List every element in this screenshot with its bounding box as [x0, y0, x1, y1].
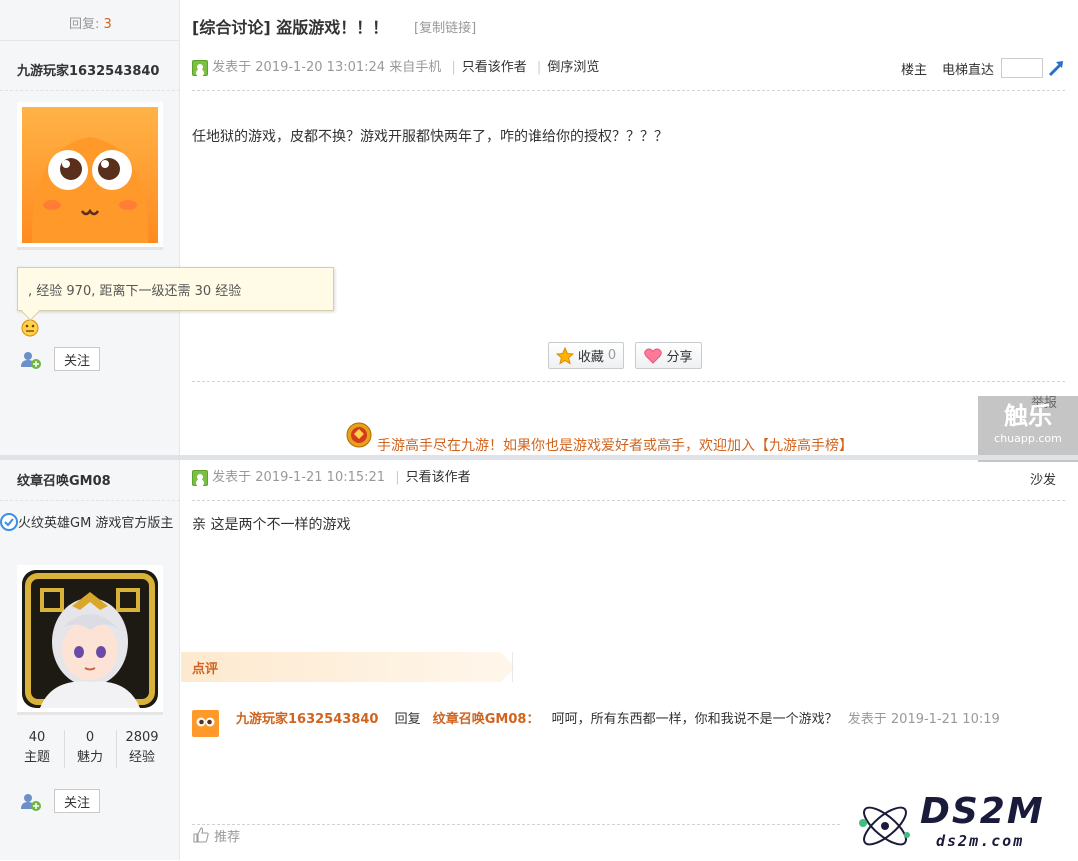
- star-icon: [555, 346, 574, 365]
- post-meta-2: 发表于 2019-1-21 10:15:21 | 只看该作者: [192, 469, 471, 487]
- thumbs-up-icon: [193, 827, 209, 843]
- reverse-order-link[interactable]: 倒序浏览: [547, 60, 599, 75]
- meta-divider: [192, 500, 1065, 501]
- avatar-image: [22, 570, 158, 708]
- verified-icon: [0, 513, 18, 531]
- avatar[interactable]: [17, 565, 163, 715]
- add-friend-icon[interactable]: [20, 350, 42, 370]
- add-friend-icon[interactable]: [20, 792, 42, 812]
- stat-charm[interactable]: 0 魅力: [65, 728, 115, 768]
- thread-title: [综合讨论] 盗版游戏！！！: [192, 18, 389, 37]
- floor-jump-input[interactable]: [1001, 58, 1043, 78]
- ds2m-url: ds2m.com: [936, 832, 1025, 850]
- avatar-image: [22, 107, 158, 243]
- moderator-role: 火纹英雄GM 游戏官方版主: [0, 513, 180, 534]
- follow-button[interactable]: 关注: [54, 789, 100, 813]
- author-sidebar-2: 纹章召唤GM08 火纹英雄GM 游戏官方版主 40 主题 0 魅力 2809 经…: [0, 460, 180, 860]
- elevator-label: 电梯直达: [942, 63, 995, 78]
- author-name-link[interactable]: 纹章召唤GM08: [17, 470, 111, 489]
- recommend-button[interactable]: 推荐: [192, 826, 240, 847]
- go-arrow-icon[interactable]: [1048, 58, 1066, 78]
- post-content: 任地狱的游戏，皮都不换？游戏开服都快两年了，咋的谁给你的授权？？？？: [192, 129, 668, 145]
- comment-user-link[interactable]: 九游玩家1632543840: [236, 712, 378, 727]
- stat-experience[interactable]: 2809 经验: [117, 728, 167, 768]
- post-meta-1: 发表于 2019-1-20 13:01:24 来自手机 | 只看该作者 | 倒序浏览: [192, 59, 599, 77]
- author-sidebar-1: 回复: 3 九游玩家1632543840 关注: [0, 0, 180, 457]
- ds2m-watermark: DS2M: [920, 791, 1045, 832]
- post-source: 来自手机: [389, 60, 442, 75]
- avatar[interactable]: [17, 102, 163, 250]
- only-author-link[interactable]: 只看该作者: [462, 60, 527, 75]
- heart-icon: [644, 348, 663, 364]
- chuapp-watermark: 触乐 chuapp.com: [978, 396, 1078, 462]
- floor-label: 楼主: [901, 63, 928, 78]
- only-author-link[interactable]: 只看该作者: [406, 470, 471, 485]
- floor-label: 沙发: [1030, 473, 1057, 488]
- follow-button[interactable]: 关注: [54, 347, 100, 371]
- post-content: 亲 这是两个不一样的游戏: [192, 517, 351, 533]
- favorite-button[interactable]: 收藏 0: [548, 342, 624, 369]
- promo-banner[interactable]: 手游高手尽在九游！如果你也是游戏爱好者或高手，欢迎加入【九游高手榜】: [377, 435, 853, 455]
- post-time: 发表于 2019-1-20 13:01:24: [212, 60, 386, 75]
- reply-count: 回复: 3: [69, 17, 112, 32]
- online-user-icon: [192, 469, 208, 486]
- comment-line: 九游玩家1632543840 回复 纹章召唤GM08： 呵呵，所有东西都一样，你…: [236, 712, 1000, 727]
- comment-header: 点评: [181, 652, 515, 682]
- online-user-icon: [192, 59, 208, 76]
- ds2m-logo-icon: [855, 795, 915, 857]
- sidebar-divider: [0, 40, 180, 41]
- stat-threads[interactable]: 40 主题: [12, 728, 62, 768]
- share-button[interactable]: 分享: [635, 342, 702, 369]
- comment-target-link[interactable]: 纹章召唤GM08：: [433, 712, 540, 727]
- comment-avatar[interactable]: [192, 710, 219, 737]
- medal-icon: [346, 422, 372, 448]
- footer-divider: [192, 824, 840, 825]
- experience-tooltip: , 经验 970, 距离下一级还需 30 经验: [17, 267, 334, 311]
- sidebar-divider: [0, 90, 180, 91]
- sidebar-divider: [0, 500, 180, 501]
- author-name-link[interactable]: 九游玩家1632543840: [17, 60, 159, 79]
- post-time: 发表于 2019-1-21 10:15:21: [212, 470, 386, 485]
- copy-link[interactable]: [复制链接]: [414, 17, 476, 36]
- meta-divider: [192, 90, 1065, 91]
- actions-divider: [192, 381, 1065, 382]
